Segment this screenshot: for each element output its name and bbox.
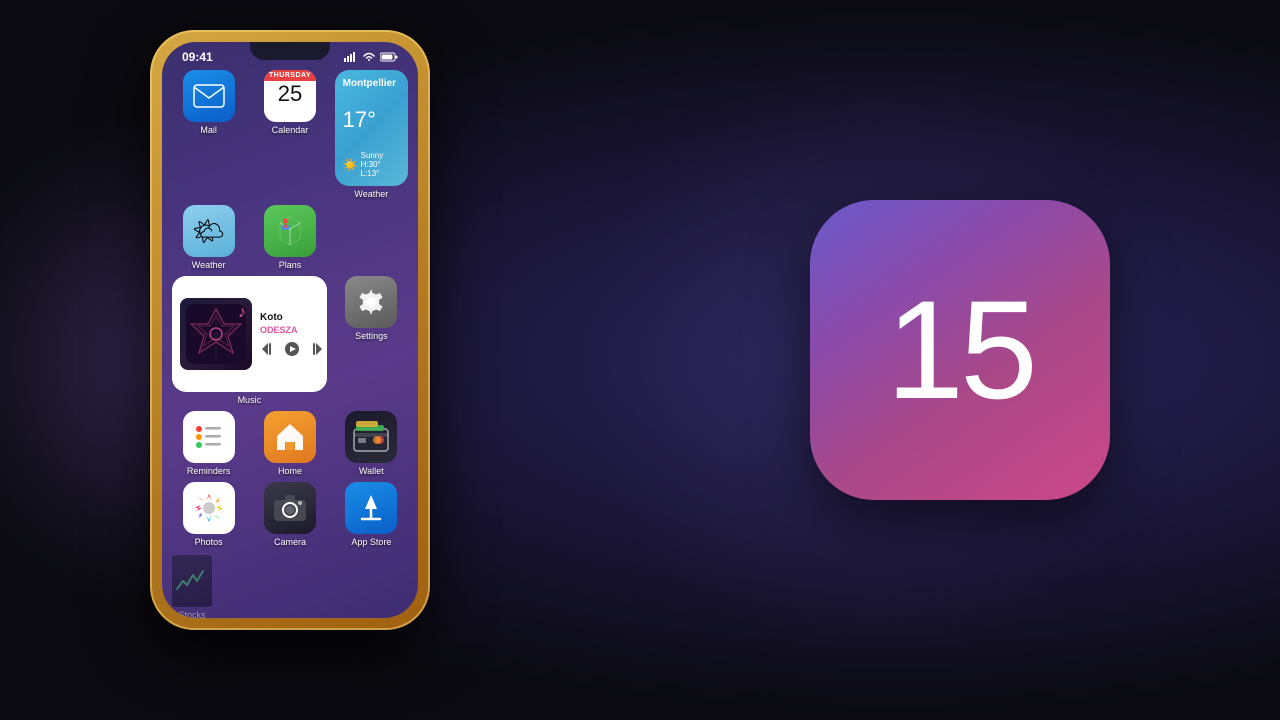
iphone-screen: 09:41 Mail THU: [162, 42, 418, 618]
app-grid-row3: ♪ Koto ODESZA Mu: [162, 270, 418, 405]
music-widget-box: ♪ Koto ODESZA: [172, 276, 327, 392]
weather-sun-icon: ☀️: [343, 158, 358, 172]
calendar-icon-img: THURSDAY 25: [264, 70, 316, 122]
ios15-container: 15: [810, 200, 1130, 520]
iphone-frame: 09:41 Mail THU: [150, 30, 430, 630]
app-weather-small[interactable]: 🌤 Weather: [172, 205, 245, 270]
ios15-number: 15: [886, 280, 1034, 420]
weather-emoji: 🌤: [192, 216, 225, 247]
settings-label: Settings: [355, 331, 388, 341]
prev-icon[interactable]: [260, 341, 276, 357]
home-label: Home: [278, 466, 302, 476]
wallet-icon-img: [345, 411, 397, 463]
status-time: 09:41: [182, 50, 213, 64]
app-camera[interactable]: Camera: [253, 482, 326, 547]
grid-spacer: [335, 205, 408, 270]
appstore-label: App Store: [351, 537, 391, 547]
weather-small-icon-img: 🌤: [183, 205, 235, 257]
music-note-icon: ♪: [238, 304, 246, 322]
app-photos[interactable]: Photos: [172, 482, 245, 547]
appstore-icon-img: [345, 482, 397, 534]
app-calendar[interactable]: THURSDAY 25 Calendar: [253, 70, 326, 135]
calendar-date: 25: [264, 81, 316, 107]
app-reminders[interactable]: Reminders: [172, 411, 245, 476]
app-grid-bottom: Photos Camera App Store: [162, 476, 418, 618]
battery-icon: [380, 52, 398, 62]
status-icons: [344, 52, 398, 62]
app-stocks[interactable]: Stocks: [172, 555, 212, 618]
plans-label: Plans: [279, 260, 302, 270]
mail-icon-img: [183, 70, 235, 122]
app-plans[interactable]: Plans: [253, 205, 326, 270]
phone-container: 09:41 Mail THU: [60, 20, 480, 720]
music-album-art: ♪: [180, 298, 252, 370]
app-grid-row4: Reminders Home: [162, 405, 418, 476]
weather-condition: Sunny: [361, 151, 400, 160]
mail-label: Mail: [200, 125, 217, 135]
app-settings[interactable]: Settings: [335, 276, 408, 405]
photos-icon-img: [183, 482, 235, 534]
camera-label: Camera: [274, 537, 306, 547]
reminders-icon-img: [183, 411, 235, 463]
stocks-label: Stocks: [178, 610, 205, 618]
app-wallet[interactable]: Wallet: [335, 411, 408, 476]
weather-widget[interactable]: Montpellier 17° ☀️ Sunny H:30° L:13° Wea…: [335, 70, 408, 199]
weather-highlow: H:30° L:13°: [361, 160, 400, 178]
app-grid-row1: Mail THURSDAY 25 Calendar Montpellier 17…: [162, 68, 418, 205]
weather-small-label: Weather: [192, 260, 226, 270]
music-info: Koto ODESZA: [260, 312, 324, 357]
ios15-icon: 15: [810, 200, 1110, 500]
weather-condition-row: ☀️ Sunny H:30° L:13°: [343, 151, 400, 178]
stocks-icon-img: [172, 555, 212, 607]
play-icon[interactable]: [284, 341, 300, 357]
weather-widget-box: Montpellier 17° ☀️ Sunny H:30° L:13°: [335, 70, 408, 186]
settings-icon-img: [345, 276, 397, 328]
maps-icon-img: [264, 205, 316, 257]
calendar-header: THURSDAY: [264, 70, 316, 81]
reminders-label: Reminders: [187, 466, 231, 476]
notch: [250, 42, 330, 60]
calendar-label: Calendar: [272, 125, 309, 135]
weather-widget-label: Weather: [335, 189, 408, 199]
weather-temp: 17°: [343, 109, 400, 131]
photos-label: Photos: [195, 537, 223, 547]
weather-city: Montpellier: [343, 78, 400, 89]
music-artist: ODESZA: [260, 325, 324, 335]
app-grid-row2: 🌤 Weather Plans: [162, 205, 418, 270]
app-music[interactable]: ♪ Koto ODESZA Mu: [172, 276, 327, 405]
music-controls: [260, 341, 324, 357]
app-home[interactable]: Home: [253, 411, 326, 476]
wallet-label: Wallet: [359, 466, 384, 476]
music-track: Koto: [260, 312, 324, 323]
app-mail[interactable]: Mail: [172, 70, 245, 135]
camera-icon-img: [264, 482, 316, 534]
wifi-icon: [362, 52, 376, 62]
app-appstore[interactable]: App Store: [335, 482, 408, 547]
music-label: Music: [172, 395, 327, 405]
home-icon-img: [264, 411, 316, 463]
next-icon[interactable]: [308, 341, 324, 357]
signal-icon: [344, 52, 358, 62]
